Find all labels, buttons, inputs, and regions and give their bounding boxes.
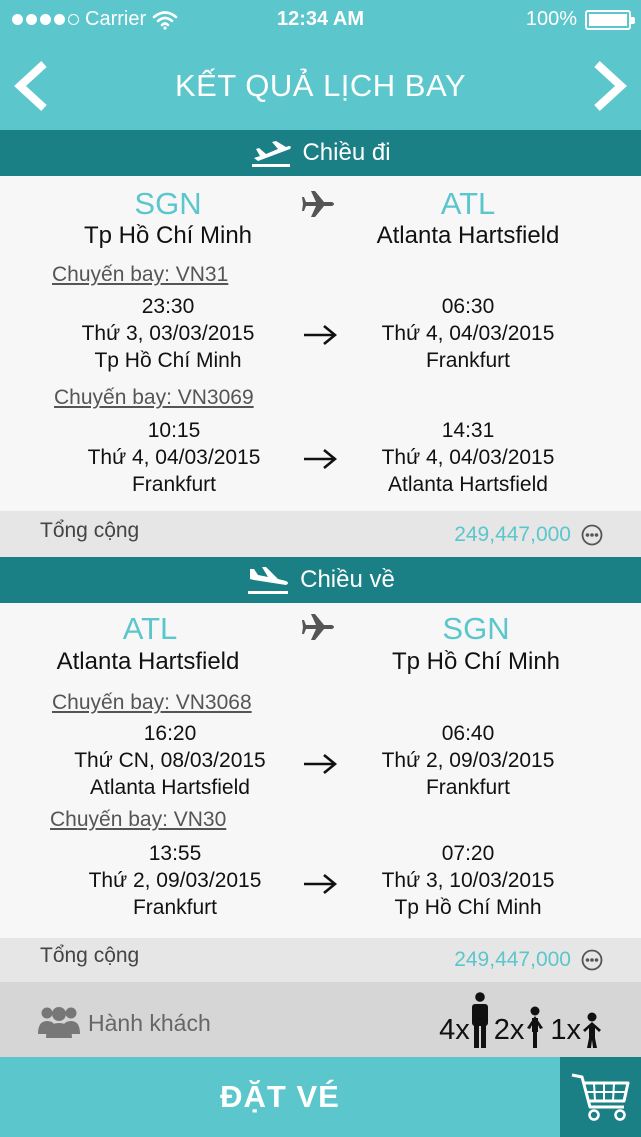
arrival-city: Tp Hồ Chí Minh	[394, 896, 542, 919]
plane-landing-icon	[248, 567, 289, 594]
forward-button[interactable]	[583, 56, 633, 116]
passengers-label: Hành khách	[88, 1010, 211, 1036]
destination-code: SGN	[442, 611, 510, 646]
departure-date: Thứ 3, 03/03/2015	[81, 322, 255, 345]
departure-info: 23:30 Thứ 3, 03/03/2015 Tp Hồ Chí Minh	[8, 293, 328, 374]
departure-info: 16:20 Thứ CN, 08/03/2015 Atlanta Hartsfi…	[10, 720, 330, 801]
origin-city: Atlanta Hartsfield	[56, 648, 240, 675]
total-price: 249,447,000	[454, 523, 571, 546]
departure-time: 23:30	[141, 295, 195, 318]
destination-city: Atlanta Hartsfield	[376, 222, 560, 249]
arrival-date: Thứ 3, 10/03/2015	[381, 869, 555, 892]
arrival-info: 14:31 Thứ 4, 04/03/2015 Atlanta Hartsfie…	[308, 417, 628, 498]
departure-info: 10:15 Thứ 4, 04/03/2015 Frankfurt	[14, 417, 334, 498]
adult-count-label: 4x	[439, 1014, 470, 1046]
battery-icon	[585, 9, 635, 30]
page-title: KẾT QUẢ LỊCH BAY	[174, 68, 467, 103]
departure-date: Thứ CN, 08/03/2015	[74, 749, 266, 772]
infant-count: 1x	[550, 1012, 603, 1048]
adult-count: 4x	[439, 992, 490, 1048]
departure-time: 16:20	[143, 722, 197, 745]
passengers-row[interactable]: Hành khách 4x 2x 1x	[0, 982, 641, 1057]
arrival-time: 06:40	[441, 722, 495, 745]
outbound-total-row: Tổng cộng 249,447,000	[0, 511, 641, 557]
arrival-city: Atlanta Hartsfield	[388, 473, 548, 496]
departure-time: 10:15	[147, 419, 201, 442]
more-options-icon[interactable]	[581, 524, 603, 546]
departure-city: Tp Hồ Chí Minh	[94, 349, 242, 372]
arrival-info: 06:30 Thứ 4, 04/03/2015 Frankfurt	[308, 293, 628, 374]
plane-takeoff-icon	[252, 141, 292, 167]
flight-link[interactable]: Chuyến bay: VN3068	[52, 691, 252, 715]
departure-date: Thứ 2, 09/03/2015	[88, 869, 262, 892]
more-options-icon[interactable]	[581, 949, 603, 971]
flight-link[interactable]: Chuyến bay: VN31	[52, 263, 228, 287]
flight-link[interactable]: Chuyến bay: VN30	[50, 808, 226, 832]
arrival-date: Thứ 4, 04/03/2015	[381, 322, 555, 345]
arrival-info: 07:20 Thứ 3, 10/03/2015 Tp Hồ Chí Minh	[308, 840, 628, 921]
adult-icon	[471, 992, 488, 1048]
total-label: Tổng cộng	[40, 519, 140, 542]
flight-link[interactable]: Chuyến bay: VN3069	[54, 386, 254, 410]
child-count: 2x	[494, 1006, 547, 1048]
outbound-heading: Chiều đi	[302, 139, 391, 166]
infant-icon	[583, 1012, 601, 1048]
arrival-time: 06:30	[441, 295, 495, 318]
inbound-section-header: Chiều về	[0, 557, 641, 603]
outbound-section-header: Chiều đi	[0, 130, 641, 176]
arrival-time: 14:31	[441, 419, 495, 442]
infant-count-label: 1x	[550, 1014, 581, 1046]
arrival-time: 07:20	[441, 842, 495, 865]
arrival-city: Frankfurt	[425, 349, 511, 372]
passengers-group-icon	[38, 1007, 80, 1038]
inbound-total-row: Tổng cộng 249,447,000	[0, 938, 641, 982]
departure-city: Atlanta Hartsfield	[90, 776, 250, 799]
destination-city: Tp Hồ Chí Minh	[391, 648, 561, 675]
origin-code: ATL	[122, 611, 178, 646]
child-icon	[527, 1006, 544, 1048]
passenger-counts: 4x 2x 1x	[439, 988, 603, 1048]
status-bar: Carrier 12:34 AM 100%	[0, 6, 641, 34]
battery-label: 100%	[525, 8, 577, 30]
departure-info: 13:55 Thứ 2, 09/03/2015 Frankfurt	[15, 840, 335, 921]
chevron-right-icon	[594, 61, 627, 111]
outbound-route: SGN ATL Tp Hồ Chí Minh Atlanta Hartsfiel…	[0, 176, 641, 511]
book-ticket-button[interactable]: ĐẶT VÉ	[0, 1057, 560, 1137]
arrival-date: Thứ 2, 09/03/2015	[381, 749, 555, 772]
inbound-route: ATL SGN Atlanta Hartsfield Tp Hồ Chí Min…	[0, 603, 641, 938]
arrival-info: 06:40 Thứ 2, 09/03/2015 Frankfurt	[308, 720, 628, 801]
origin-code: SGN	[134, 186, 202, 221]
total-price: 249,447,000	[454, 948, 571, 971]
arrival-date: Thứ 4, 04/03/2015	[381, 446, 555, 469]
cart-icon	[571, 1073, 630, 1121]
cart-button[interactable]	[560, 1057, 641, 1137]
inbound-heading: Chiều về	[300, 566, 395, 593]
departure-city: Frankfurt	[131, 473, 217, 496]
child-count-label: 2x	[493, 1014, 525, 1046]
origin-city: Tp Hồ Chí Minh	[83, 222, 253, 249]
departure-time: 13:55	[148, 842, 202, 865]
total-label: Tổng cộng	[40, 944, 140, 967]
header: Carrier 12:34 AM 100% KẾT QUẢ LỊCH BAY	[0, 0, 641, 130]
departure-date: Thứ 4, 04/03/2015	[87, 446, 261, 469]
destination-code: ATL	[440, 186, 496, 221]
departure-city: Frankfurt	[132, 896, 218, 919]
arrival-city: Frankfurt	[425, 776, 511, 799]
battery-indicator: 100%	[525, 8, 635, 31]
